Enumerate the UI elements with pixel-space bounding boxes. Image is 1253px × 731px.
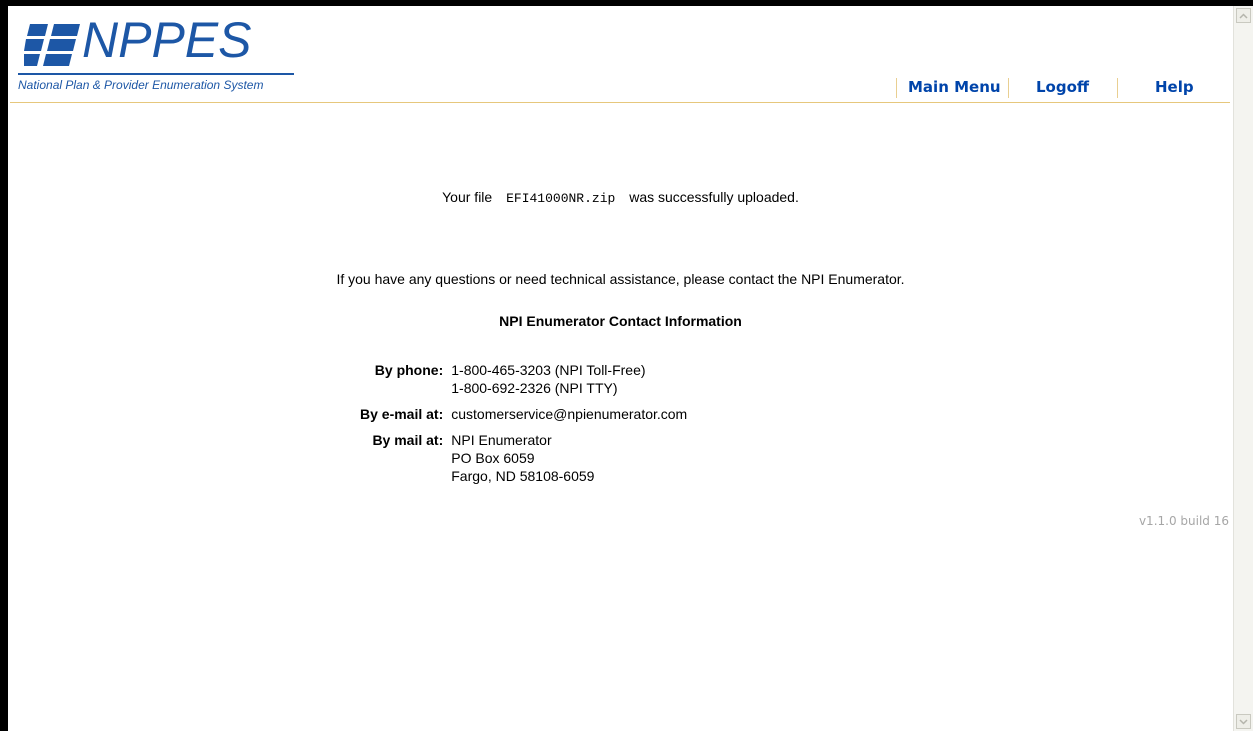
contact-row-email: By e-mail at: customerservice@npienumera… bbox=[360, 397, 687, 423]
contact-heading: NPI Enumerator Contact Information bbox=[499, 313, 742, 329]
uploaded-filename: EFI41000NR.zip bbox=[506, 191, 616, 206]
mail-name: NPI Enumerator bbox=[451, 432, 552, 448]
phone-value: 1-800-465-3203 (NPI Toll-Free) 1-800-692… bbox=[451, 361, 687, 397]
chevron-up-icon bbox=[1239, 12, 1248, 19]
upload-suffix: was successfully uploaded. bbox=[629, 189, 799, 205]
contact-row-phone: By phone: 1-800-465-3203 (NPI Toll-Free)… bbox=[360, 361, 687, 397]
mail-city: Fargo, ND 58108-6059 bbox=[451, 468, 595, 484]
scroll-down-button[interactable] bbox=[1236, 714, 1251, 729]
window-frame-left bbox=[0, 0, 8, 731]
upload-prefix: Your file bbox=[442, 189, 493, 205]
logo-tagline: National Plan & Provider Enumeration Sys… bbox=[18, 78, 264, 92]
logo-underline bbox=[18, 73, 294, 75]
mail-po-box: PO Box 6059 bbox=[451, 450, 535, 466]
header-divider bbox=[10, 102, 1230, 103]
mail-label: By mail at: bbox=[372, 432, 444, 448]
mail-value: NPI Enumerator PO Box 6059 Fargo, ND 581… bbox=[451, 423, 687, 485]
version-label: v1.1.0 build 16 bbox=[1138, 514, 1229, 528]
upload-success-message: Your file EFI41000NR.zip was successfull… bbox=[8, 189, 1233, 206]
page-header: NPPES National Plan & Provider Enumerati… bbox=[8, 6, 1230, 106]
phone-toll-free: 1-800-465-3203 (NPI Toll-Free) bbox=[451, 362, 646, 378]
contact-info-table: By phone: 1-800-465-3203 (NPI Toll-Free)… bbox=[360, 361, 687, 485]
phone-tty: 1-800-692-2326 (NPI TTY) bbox=[451, 380, 618, 396]
email-value: customerservice@npienumerator.com bbox=[451, 406, 688, 422]
phone-label: By phone: bbox=[374, 362, 444, 378]
scroll-up-button[interactable] bbox=[1236, 8, 1251, 23]
logo-text: NPPES bbox=[82, 12, 252, 68]
vertical-scrollbar[interactable] bbox=[1233, 6, 1253, 731]
logoff-link[interactable]: Logoff bbox=[1036, 78, 1089, 96]
main-menu-link[interactable]: Main Menu bbox=[908, 78, 1001, 96]
contact-row-mail: By mail at: NPI Enumerator PO Box 6059 F… bbox=[360, 423, 687, 485]
help-link[interactable]: Help bbox=[1155, 78, 1194, 96]
nav-divider bbox=[1117, 78, 1118, 98]
logo-bars-icon bbox=[24, 24, 80, 66]
chevron-down-icon bbox=[1239, 718, 1248, 725]
nav-divider bbox=[896, 78, 897, 98]
nav-divider bbox=[1008, 78, 1009, 98]
assistance-message: If you have any questions or need techni… bbox=[336, 271, 905, 287]
email-label: By e-mail at: bbox=[360, 406, 444, 422]
